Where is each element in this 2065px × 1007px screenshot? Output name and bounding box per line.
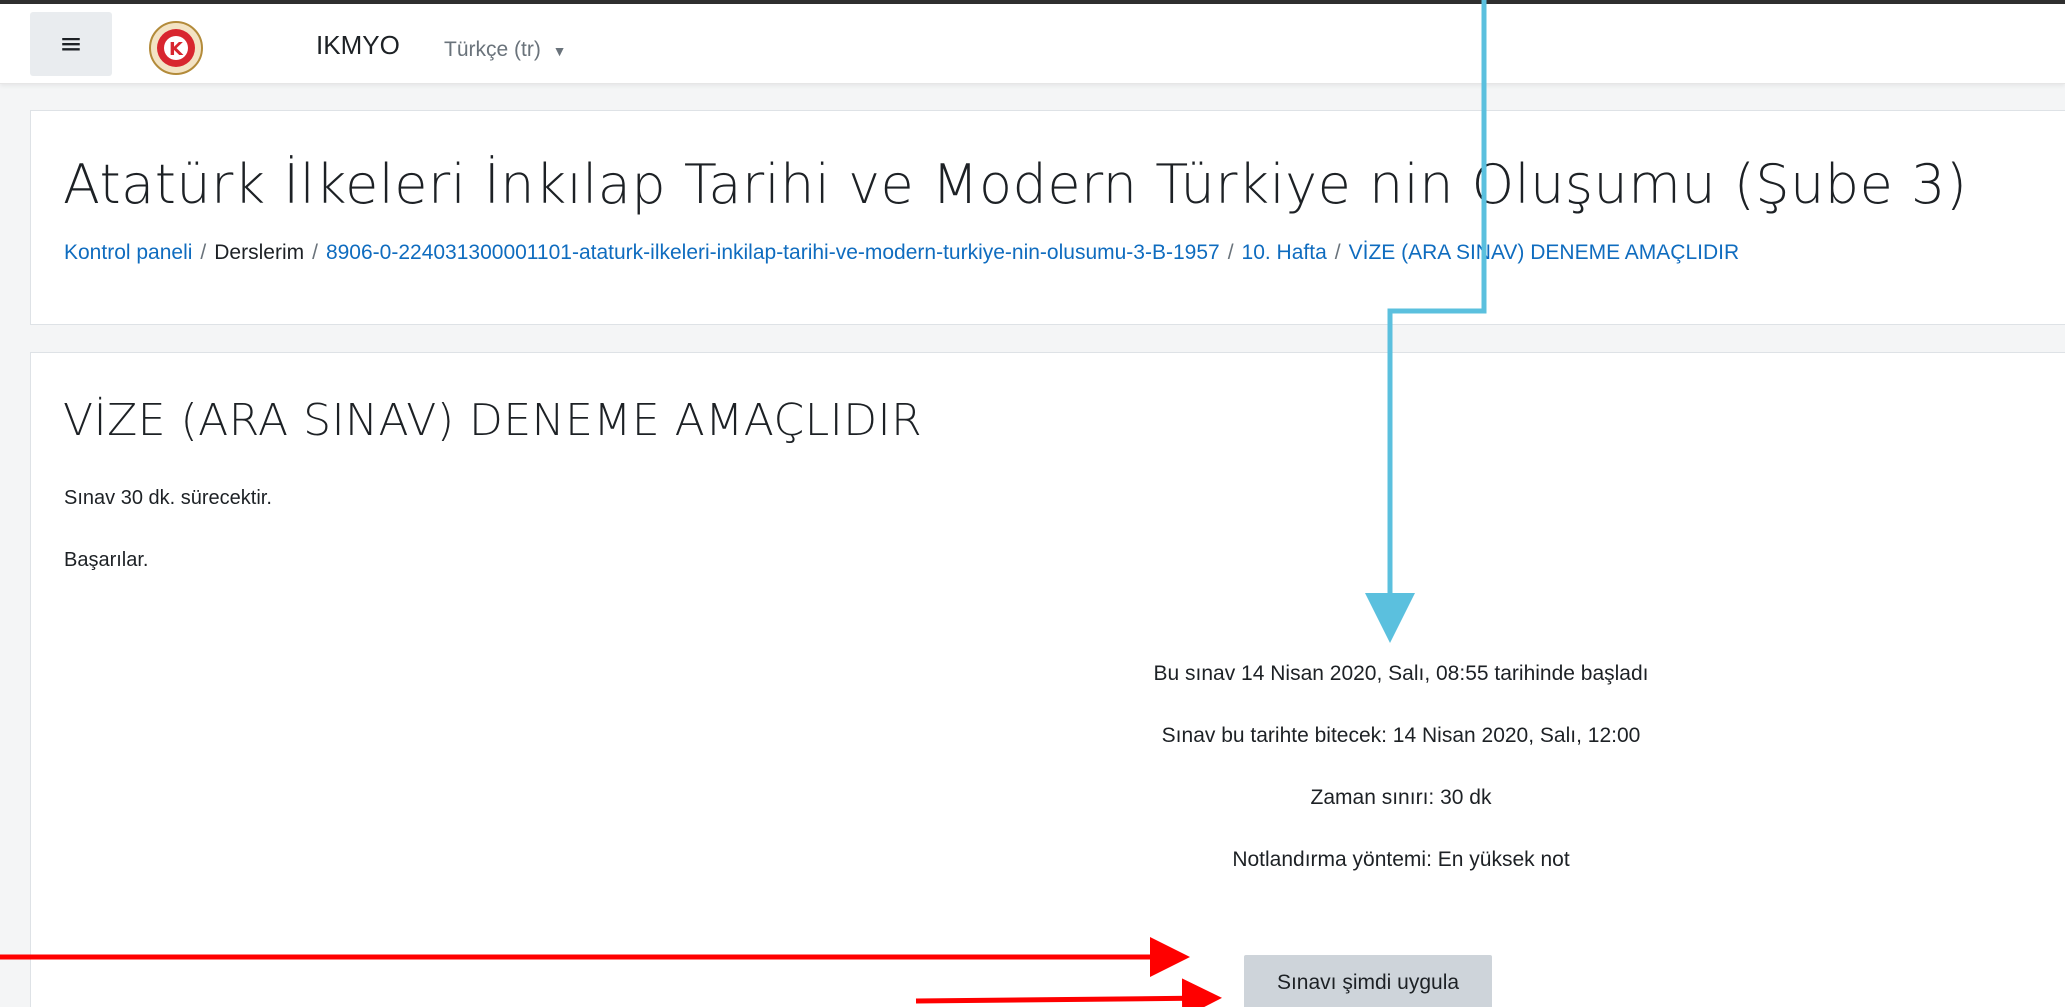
main-content: VİZE (ARA SINAV) DENEME AMAÇLIDIR Sınav … [30,352,2065,1007]
quiz-intro-line: Sınav 30 dk. sürecektir. [64,487,272,509]
site-name[interactable]: IKMYO [316,30,400,61]
breadcrumb-course[interactable]: 8906-0-224031300001101-ataturk-ilkeleri-… [326,241,1220,264]
breadcrumb-separator: / [200,241,207,264]
hamburger-menu-icon: ≡ [59,27,83,60]
caret-down-icon: ▼ [552,43,567,59]
quiz-title: VİZE (ARA SINAV) DENEME AMAÇLIDIR [63,395,923,446]
language-menu[interactable]: Türkçe (tr) ▼ [444,38,567,62]
top-navbar: ≡ K IKMYO Türkçe (tr) ▼ [0,4,2065,84]
breadcrumb: Kontrol paneli / Derslerim / 8906-0-22403130… [64,241,1739,265]
page-header: Atatürk İlkeleri İnkılap Tarihi ve Moder… [30,110,2065,325]
site-logo-letter: K [169,39,184,60]
breadcrumb-quiz[interactable]: VİZE (ARA SINAV) DENEME AMAÇLIDIR [1349,241,1740,264]
breadcrumb-separator: / [1227,241,1234,264]
course-title: Atatürk İlkeleri İnkılap Tarihi ve Moder… [63,153,1968,216]
quiz-grading-method: Notlandırma yöntemi: En yüksek not [1232,848,1570,871]
breadcrumb-week[interactable]: 10. Hafta [1242,241,1327,264]
breadcrumb-separator: / [1334,241,1341,264]
breadcrumb-dashboard[interactable]: Kontrol paneli [64,241,192,264]
breadcrumb-my-courses: Derslerim [214,241,305,264]
quiz-intro-line: Başarılar. [64,549,149,571]
language-label: Türkçe (tr) [444,38,541,61]
breadcrumb-separator: / [312,241,318,264]
quiz-start-info: Bu sınav 14 Nisan 2020, Salı, 08:55 tari… [1153,662,1649,685]
quiz-end-info: Sınav bu tarihte bitecek: 14 Nisan 2020,… [1161,724,1641,747]
hamburger-menu-button[interactable]: ≡ [30,12,112,76]
site-logo-icon[interactable]: K [148,20,204,76]
quiz-time-limit: Zaman sınırı: 30 dk [1310,786,1492,809]
attempt-quiz-button[interactable]: Sınavı şimdi uygula [1244,955,1492,1007]
